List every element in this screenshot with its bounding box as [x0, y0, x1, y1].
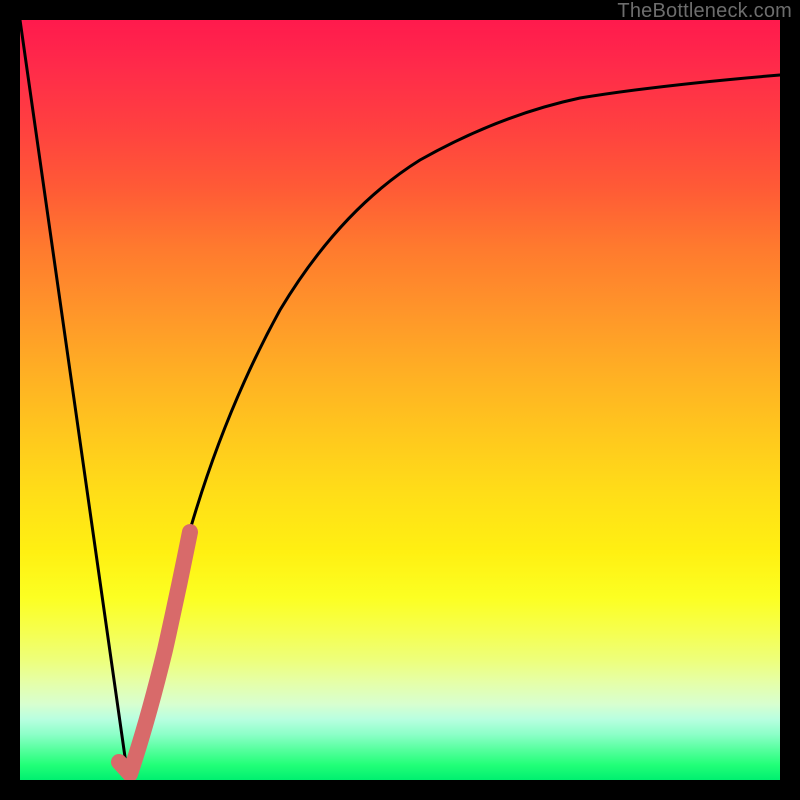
outer-frame: TheBottleneck.com — [0, 0, 800, 800]
saturating-curve — [128, 75, 780, 778]
plot-area — [20, 20, 780, 780]
curve-layer — [20, 20, 780, 780]
left-falling-line — [20, 20, 128, 778]
highlighted-segment — [119, 532, 190, 774]
